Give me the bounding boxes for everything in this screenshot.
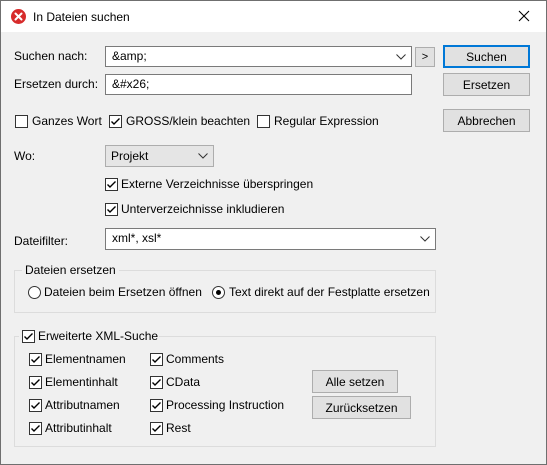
comments-label: Comments bbox=[166, 352, 225, 366]
search-input-value: &amp; bbox=[112, 49, 147, 63]
checkmark-icon bbox=[152, 356, 161, 363]
attribute-content-checkbox[interactable] bbox=[29, 422, 42, 435]
app-logo-icon bbox=[11, 9, 26, 24]
direct-on-disk-label: Text direkt auf der Festplatte ersetzen bbox=[229, 285, 430, 299]
skip-external-checkbox[interactable] bbox=[105, 178, 118, 191]
chevron-down-icon[interactable] bbox=[418, 229, 432, 249]
open-on-replace-label: Dateien beim Ersetzen öffnen bbox=[44, 285, 202, 299]
where-label: Wo: bbox=[14, 149, 36, 163]
set-all-button[interactable]: Alle setzen bbox=[312, 370, 398, 393]
file-filter-input[interactable]: xml*, xsl* bbox=[105, 228, 436, 250]
where-select-value: Projekt bbox=[111, 149, 149, 163]
include-subfolders-label: Unterverzeichnisse inkludieren bbox=[121, 202, 285, 216]
checkmark-icon bbox=[107, 181, 116, 188]
match-case-label: GROSS/klein beachten bbox=[126, 114, 251, 128]
checkmark-icon bbox=[107, 206, 116, 213]
checkmark-icon bbox=[31, 379, 40, 386]
checkmark-icon bbox=[152, 425, 161, 432]
reset-button[interactable]: Zurücksetzen bbox=[312, 396, 411, 419]
rest-label: Rest bbox=[166, 421, 191, 435]
skip-external-label: Externe Verzeichnisse überspringen bbox=[121, 177, 314, 191]
direct-on-disk-radio[interactable] bbox=[212, 286, 225, 299]
regex-checkbox[interactable] bbox=[257, 115, 270, 128]
element-content-checkbox[interactable] bbox=[29, 376, 42, 389]
match-case-checkbox[interactable] bbox=[109, 115, 122, 128]
checkmark-icon bbox=[31, 425, 40, 432]
cancel-button[interactable]: Abbrechen bbox=[443, 109, 530, 132]
attribute-names-label: Attributnamen bbox=[45, 398, 120, 412]
dialog-body: Suchen nach: &amp; > Suchen Ersetzen dur… bbox=[1, 32, 546, 464]
open-on-replace-radio[interactable] bbox=[28, 286, 41, 299]
close-button[interactable] bbox=[501, 1, 546, 31]
element-names-label: Elementnamen bbox=[45, 352, 126, 366]
replace-label: Ersetzen durch: bbox=[14, 77, 99, 91]
include-subfolders-checkbox[interactable] bbox=[105, 203, 118, 216]
replace-button[interactable]: Ersetzen bbox=[443, 73, 530, 96]
processing-instruction-checkbox[interactable] bbox=[150, 399, 163, 412]
attribute-names-checkbox[interactable] bbox=[29, 399, 42, 412]
element-content-label: Elementinhalt bbox=[45, 375, 118, 389]
attribute-content-label: Attributinhalt bbox=[45, 421, 112, 435]
search-input[interactable]: &amp; bbox=[105, 46, 412, 67]
comments-checkbox[interactable] bbox=[150, 353, 163, 366]
where-select[interactable]: Projekt bbox=[105, 145, 214, 167]
cdata-checkbox[interactable] bbox=[150, 376, 163, 389]
xml-search-checkbox[interactable] bbox=[22, 330, 35, 343]
checkmark-icon bbox=[31, 402, 40, 409]
rest-checkbox[interactable] bbox=[150, 422, 163, 435]
search-button[interactable]: Suchen bbox=[443, 45, 530, 68]
title-bar: In Dateien suchen bbox=[1, 1, 546, 32]
checkmark-icon bbox=[111, 118, 120, 125]
replace-input-value: &#x26; bbox=[112, 77, 150, 91]
whole-word-checkbox[interactable] bbox=[15, 115, 28, 128]
file-filter-value: xml*, xsl* bbox=[112, 231, 162, 245]
replace-input[interactable]: &#x26; bbox=[105, 74, 412, 95]
search-history-button[interactable]: > bbox=[415, 47, 435, 67]
chevron-down-icon bbox=[196, 146, 210, 166]
replace-files-title: Dateien ersetzen bbox=[22, 263, 119, 277]
xml-search-title: Erweiterte XML-Suche bbox=[38, 329, 159, 343]
element-names-checkbox[interactable] bbox=[29, 353, 42, 366]
close-icon bbox=[518, 10, 529, 22]
regex-label: Regular Expression bbox=[274, 114, 379, 128]
search-label: Suchen nach: bbox=[14, 49, 88, 63]
checkmark-icon bbox=[31, 356, 40, 363]
checkmark-icon bbox=[152, 402, 161, 409]
find-in-files-dialog: In Dateien suchen Suchen nach: &amp; > S… bbox=[0, 0, 547, 465]
whole-word-label: Ganzes Wort bbox=[32, 114, 102, 128]
cdata-label: CData bbox=[166, 375, 201, 389]
checkmark-icon bbox=[24, 333, 33, 340]
window-title: In Dateien suchen bbox=[33, 10, 130, 24]
checkmark-icon bbox=[152, 379, 161, 386]
file-filter-label: Dateifilter: bbox=[14, 234, 69, 248]
processing-instruction-label: Processing Instruction bbox=[166, 398, 285, 412]
chevron-down-icon[interactable] bbox=[394, 47, 408, 66]
